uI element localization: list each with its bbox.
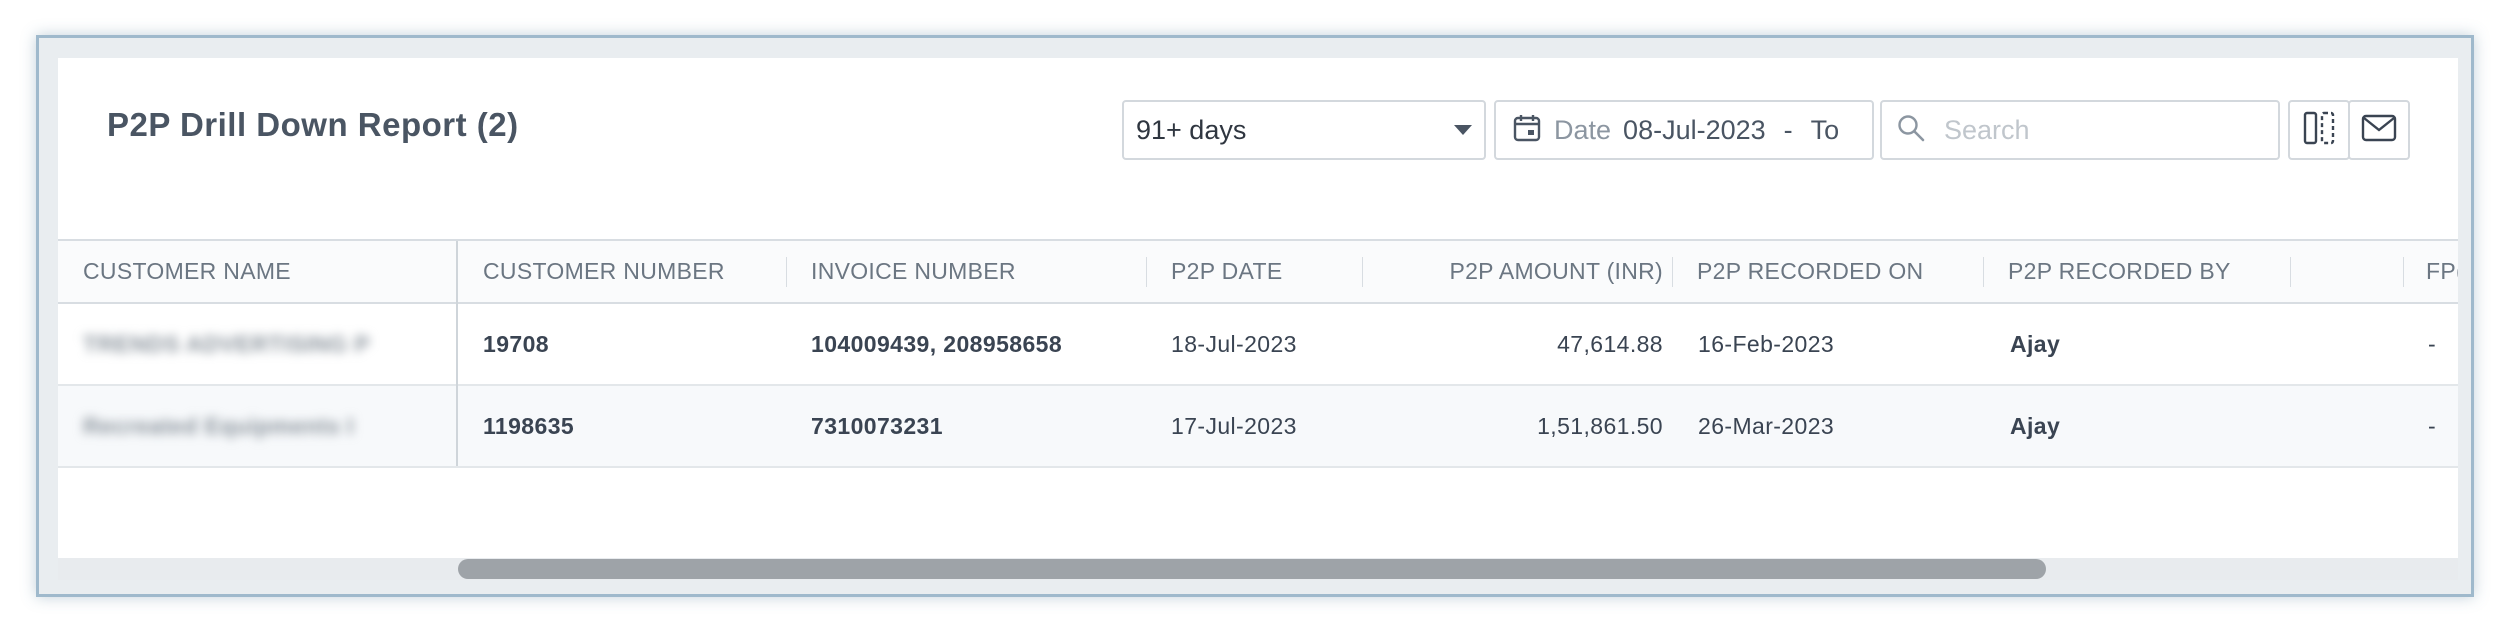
customer-number-cell[interactable]: 1198635 xyxy=(483,386,574,466)
table-row[interactable]: Recreated Equipments I 1198635 731007323… xyxy=(58,386,2458,468)
recorded-on-cell: 16-Feb-2023 xyxy=(1698,331,1835,357)
date-to[interactable]: To xyxy=(1811,115,1840,146)
column-divider[interactable] xyxy=(1672,257,1673,287)
frozen-column-divider xyxy=(456,241,458,466)
column-header[interactable]: INVOICE NUMBER xyxy=(811,241,1016,302)
column-header[interactable]: P2P RECORDED ON xyxy=(1697,241,1923,302)
fp-cell: - xyxy=(2428,413,2437,439)
column-divider[interactable] xyxy=(1983,257,1984,287)
column-header[interactable]: FP( xyxy=(2426,241,2458,302)
fp-cell: - xyxy=(2428,331,2437,357)
search-icon xyxy=(1896,113,1926,148)
column-header[interactable]: P2P DATE xyxy=(1171,241,1282,302)
customer-name-cell[interactable]: TRENDS ADVERTISING P xyxy=(83,304,370,384)
p2p-amount-cell: 47,614.88 xyxy=(1557,331,1663,357)
column-divider[interactable] xyxy=(1146,257,1147,287)
table-header: CUSTOMER NAME CUSTOMER NUMBER INVOICE NU… xyxy=(58,241,2458,304)
period-dropdown[interactable]: 91+ days xyxy=(1122,100,1486,160)
p2p-date-cell: 18-Jul-2023 xyxy=(1171,331,1297,357)
invoice-number-cell[interactable]: 7310073231 xyxy=(811,386,943,466)
column-header[interactable]: P2P AMOUNT (INR) xyxy=(1448,241,1663,302)
period-value: 91+ days xyxy=(1136,114,1247,145)
column-divider[interactable] xyxy=(1362,257,1363,287)
recorded-by-cell: Ajay xyxy=(2010,331,2061,357)
invoice-number-cell[interactable]: 104009439, 208958658 xyxy=(811,304,1062,384)
date-separator: - xyxy=(1783,114,1793,145)
report-title: P2P Drill Down Report (2) xyxy=(107,106,519,143)
column-divider[interactable] xyxy=(2290,257,2291,287)
p2p-amount-cell: 1,51,861.50 xyxy=(1537,413,1663,439)
recorded-on-cell: 26-Mar-2023 xyxy=(1698,413,1835,439)
column-divider[interactable] xyxy=(2403,257,2404,287)
email-report-button[interactable] xyxy=(2348,100,2410,160)
chevron-down-icon xyxy=(1454,125,1472,135)
table-row[interactable]: TRENDS ADVERTISING P 19708 104009439, 20… xyxy=(58,304,2458,386)
calendar-icon xyxy=(1512,113,1542,148)
report-panel: P2P Drill Down Report (2) 91+ days Date … xyxy=(58,58,2458,580)
horizontal-scrollbar-thumb[interactable] xyxy=(458,559,2046,579)
report-window: P2P Drill Down Report (2) 91+ days Date … xyxy=(36,35,2474,597)
search-box[interactable] xyxy=(1880,100,2280,160)
recorded-by-cell: Ajay xyxy=(2010,413,2061,439)
search-input[interactable] xyxy=(1942,113,2266,147)
p2p-date-cell: 17-Jul-2023 xyxy=(1171,413,1297,439)
customer-name-cell[interactable]: Recreated Equipments I xyxy=(83,386,354,466)
column-header[interactable]: CUSTOMER NUMBER xyxy=(483,241,725,302)
column-header[interactable]: CUSTOMER NAME xyxy=(83,241,291,302)
date-range-picker[interactable]: Date 08-Jul-2023 - To xyxy=(1494,100,1874,160)
column-divider[interactable] xyxy=(786,257,787,287)
column-header[interactable]: P2P RECORDED BY xyxy=(2008,241,2231,302)
mail-icon xyxy=(2361,114,2397,147)
column-chooser-button[interactable] xyxy=(2288,100,2350,160)
customer-number-cell[interactable]: 19708 xyxy=(483,304,549,384)
p2p-table: CUSTOMER NAME CUSTOMER NUMBER INVOICE NU… xyxy=(58,239,2458,580)
date-label: Date xyxy=(1554,114,1612,145)
date-from[interactable]: 08-Jul-2023 xyxy=(1623,115,1766,146)
columns-icon xyxy=(2302,110,2336,151)
